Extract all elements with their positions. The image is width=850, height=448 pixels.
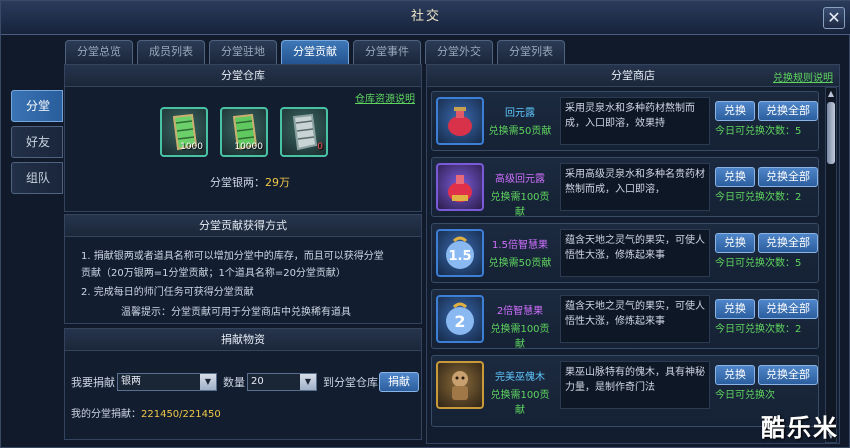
tab-overview[interactable]: 分堂总览 [65,40,133,64]
shop-item-name: 2倍智慧果 [496,306,544,317]
contribution-line-1: 1. 捐献银两或者道具名称可以增加分堂中的库存，而且可以获得分堂 [81,251,384,262]
qty-label: 数量 [223,376,245,389]
tab-contribution[interactable]: 分堂贡献 [281,40,349,64]
exchange-rules-link[interactable]: 兑换规则说明 [773,69,833,84]
shop-item-row: 高级回元露 兑换需100贡献 采用高级灵泉水和多种名贵药材熬制而成，入口即溶， … [431,157,819,218]
shop-item-icon-slot[interactable]: 2 [436,295,484,343]
donate-label: 我要捐献 [71,376,115,389]
side-tab-friends[interactable]: 好友 [11,126,63,158]
tab-events[interactable]: 分堂事件 [353,40,421,64]
shop-item-icon-slot[interactable]: 1.5 [436,229,484,277]
shop-item-cost: 兑换需100贡献 [490,192,550,218]
exchange-all-button[interactable]: 兑换全部 [758,365,818,385]
tab-diplomacy[interactable]: 分堂外交 [425,40,493,64]
side-tab-branch[interactable]: 分堂 [11,90,63,122]
shop-item-daily-count: 今日可兑换次数：2 [715,192,802,203]
shop-item-desc: 采用灵泉水和多种药材熬制而成，入口即溶，效果持 [560,97,710,145]
tab-list[interactable]: 分堂列表 [497,40,565,64]
warehouse-item-3[interactable]: 0 [280,107,328,157]
shop-item-name: 回元露 [505,108,535,119]
puppet-icon [452,371,468,400]
exchange-button[interactable]: 兑换 [715,365,755,385]
to-warehouse-label: 到分堂仓库 [323,376,378,389]
my-donation: 我的分堂捐献：221450/221450 [71,407,221,422]
my-donation-label: 我的分堂捐献： [71,409,141,420]
fruit-1-5-icon: 1.5 [446,236,474,269]
shop-item-cost: 兑换需100贡献 [490,390,550,416]
donate-panel: 捐献物资 我要捐献 银两 ▼ 数量 20 ▼ 到分堂仓库 捐献 我的分堂捐献：2… [64,328,422,440]
contribution-tip: 温馨提示：分堂贡献可用于分堂商店中兑换稀有道具 [121,307,351,318]
warehouse-silver-value: 29万 [265,176,290,189]
exchange-all-button[interactable]: 兑换全部 [758,167,818,187]
shop-scrollbar[interactable]: ▲ ▼ [825,87,837,443]
shop-item-desc: 蕴含天地之灵气的果实，可使人悟性大涨，修炼起来事 [560,295,710,343]
exchange-all-button[interactable]: 兑换全部 [758,101,818,121]
social-window: 社交 ✕ 分堂总览 成员列表 分堂驻地 分堂贡献 分堂事件 分堂外交 分堂列表 … [0,0,850,448]
svg-text:2: 2 [454,312,465,331]
warehouse-item-2[interactable]: 10000 [220,107,268,157]
contribution-line-2: 贡献（20万银两=1分堂贡献；1个道具名称=20分堂贡献） [81,268,346,279]
shop-item-desc: 果巫山脉特有的傀木，具有神秘力量，是制作奇门法 [560,361,710,409]
red-potion-icon [448,107,472,136]
shop-item-name: 1.5倍智慧果 [492,240,548,251]
shop-item-cost: 兑换需50贡献 [488,126,552,137]
donate-button[interactable]: 捐献 [379,372,419,392]
shop-item-row: 2 2倍智慧果 兑换需100贡献 蕴含天地之灵气的果实，可使人悟性大涨，修炼起来… [431,289,819,350]
fruit-2-icon: 2 [446,302,474,335]
warehouse-help-link[interactable]: 仓库资源说明 [355,90,415,105]
side-tab-team[interactable]: 组队 [11,162,63,194]
svg-text:1.5: 1.5 [448,249,471,264]
exchange-button[interactable]: 兑换 [715,167,755,187]
scroll-up-icon[interactable]: ▲ [826,88,836,100]
scroll-thumb[interactable] [827,102,835,164]
warehouse-item-2-qty: 10000 [234,142,263,152]
exchange-all-button[interactable]: 兑换全部 [758,233,818,253]
shop-item-row: 1.5 1.5倍智慧果 兑换需50贡献 蕴含天地之灵气的果实，可使人悟性大涨，修… [431,223,819,283]
donate-item-select[interactable]: 银两 ▼ [117,373,217,391]
warehouse-silver-label: 分堂银两： [210,176,265,189]
warehouse-title: 分堂仓库 [65,65,421,87]
exchange-button[interactable]: 兑换 [715,233,755,253]
tab-members[interactable]: 成员列表 [137,40,205,64]
donate-qty-select[interactable]: 20 ▼ [247,373,317,391]
warehouse-panel: 分堂仓库 仓库资源说明 1000 10000 0 分堂银两：29万 [64,64,422,212]
shop-item-name: 高级回元露 [495,174,545,185]
shop-item-row: 回元露 兑换需50贡献 采用灵泉水和多种药材熬制而成，入口即溶，效果持 兑换 兑… [431,91,819,151]
window-title-text: 社交 [410,9,441,24]
shop-item-daily-count: 今日可兑换次数：5 [715,126,802,137]
shop-item-name: 完美巫傀木 [495,372,545,383]
exchange-button[interactable]: 兑换 [715,101,755,121]
window-title: 社交 [1,1,850,35]
exchange-button[interactable]: 兑换 [715,299,755,319]
warehouse-item-1[interactable]: 1000 [160,107,208,157]
warehouse-item-1-qty: 1000 [180,142,203,152]
shop-item-desc: 采用高级灵泉水和多种名贵药材熬制而成，入口即溶， [560,163,710,211]
contribution-line-3: 2. 完成每日的师门任务可获得分堂贡献 [81,287,254,298]
shop-item-cost: 兑换需50贡献 [488,258,552,269]
tab-base[interactable]: 分堂驻地 [209,40,277,64]
contribution-title: 分堂贡献获得方式 [65,215,421,237]
my-donation-value: 221450/221450 [141,409,221,420]
contribution-panel: 分堂贡献获得方式 1. 捐献银两或者道具名称可以增加分堂中的库存，而且可以获得分… [64,214,422,324]
chevron-down-icon: ▼ [300,374,316,390]
shop-item-icon-slot[interactable] [436,97,484,145]
shop-item-daily-count: 今日可兑换次数：5 [715,258,802,269]
donate-qty-value: 20 [251,376,264,387]
warehouse-silver: 分堂银两：29万 [210,175,290,190]
shop-item-icon-slot[interactable] [436,361,484,409]
red-potion-icon [448,175,472,202]
shop-item-daily-count: 今日可兑换次 [715,390,775,401]
close-button[interactable]: ✕ [823,7,845,29]
watermark-logo: 酷乐米 [761,414,839,442]
close-icon: ✕ [827,8,841,27]
donate-item-value: 银两 [121,376,141,387]
shop-item-daily-count: 今日可兑换次数：2 [715,324,802,335]
chevron-down-icon: ▼ [200,374,216,390]
shop-item-desc: 蕴含天地之灵气的果实，可使人悟性大涨，修炼起来事 [560,229,710,277]
shop-item-cost: 兑换需100贡献 [490,324,550,350]
donate-title: 捐献物资 [65,329,421,351]
shop-item-icon-slot[interactable] [436,163,484,211]
warehouse-item-3-qty: 0 [317,142,323,152]
exchange-all-button[interactable]: 兑换全部 [758,299,818,319]
